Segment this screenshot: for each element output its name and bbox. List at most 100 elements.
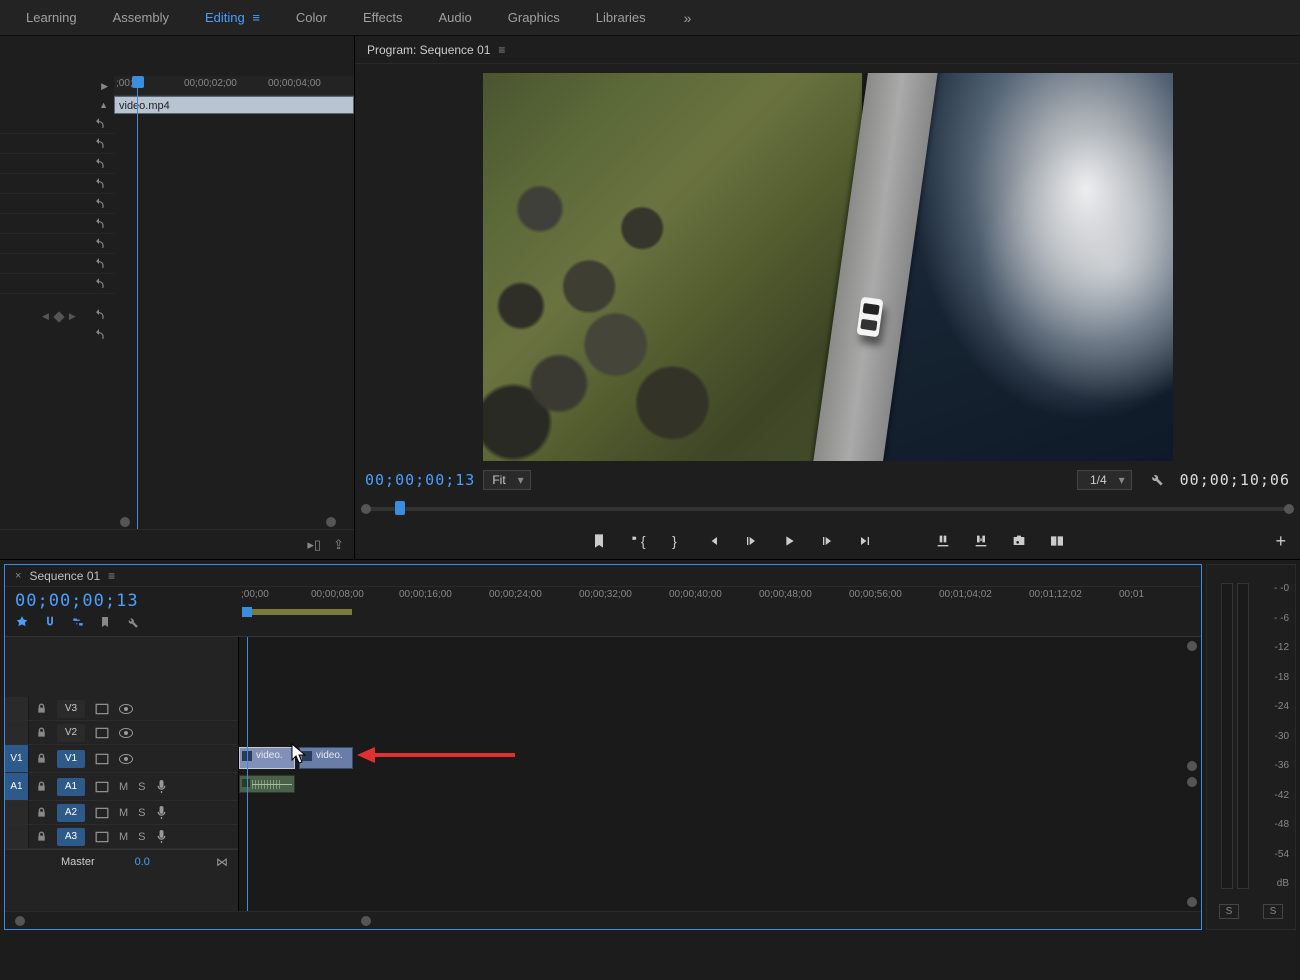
- step-back-button[interactable]: [742, 532, 760, 550]
- sync-lock-icon[interactable]: [95, 807, 109, 819]
- export-icon[interactable]: ⇪: [333, 537, 344, 553]
- history-item[interactable]: [0, 174, 114, 194]
- solo-right-button[interactable]: S: [1263, 904, 1284, 919]
- track-label[interactable]: A3: [57, 828, 85, 846]
- panel-menu-icon[interactable]: ≡: [498, 43, 505, 57]
- hamburger-icon[interactable]: ≡: [249, 10, 260, 25]
- play-button[interactable]: [780, 532, 798, 550]
- export-frame-button[interactable]: [1010, 532, 1028, 550]
- track-header-v2[interactable]: V2: [5, 721, 238, 745]
- comparison-button[interactable]: [1048, 532, 1066, 550]
- source-playhead[interactable]: [132, 76, 144, 88]
- mute-button[interactable]: M: [119, 807, 128, 819]
- lock-icon[interactable]: [36, 727, 47, 738]
- panel-menu-icon[interactable]: ≡: [108, 569, 115, 583]
- lift-button[interactable]: [934, 532, 952, 550]
- extract-button[interactable]: [972, 532, 990, 550]
- marker-button[interactable]: [590, 532, 608, 550]
- mute-button[interactable]: M: [119, 831, 128, 843]
- solo-button[interactable]: S: [138, 781, 145, 793]
- go-to-out-button[interactable]: [856, 532, 874, 550]
- out-point-button[interactable]: }: [666, 532, 684, 550]
- next-marker-icon[interactable]: ▶: [69, 311, 76, 322]
- settings-icon[interactable]: [125, 615, 139, 632]
- linked-selection-icon[interactable]: [71, 615, 85, 632]
- go-to-in-button[interactable]: [704, 532, 722, 550]
- join-icon[interactable]: ⋈: [216, 855, 228, 869]
- sync-lock-icon[interactable]: [95, 727, 109, 739]
- timeline-tracks[interactable]: video. video.: [239, 637, 1201, 911]
- work-area-bar[interactable]: [242, 609, 352, 615]
- in-point-button[interactable]: {: [628, 532, 646, 550]
- track-label[interactable]: V1: [57, 750, 85, 768]
- solo-button[interactable]: S: [138, 831, 145, 843]
- sync-lock-icon[interactable]: [95, 781, 109, 793]
- lock-icon[interactable]: [36, 703, 47, 714]
- timeline-playhead[interactable]: [242, 607, 252, 617]
- master-track[interactable]: Master 0.0 ⋈: [5, 849, 238, 873]
- program-timecode[interactable]: 00;00;00;13: [365, 471, 475, 489]
- eye-icon[interactable]: [119, 704, 133, 714]
- mic-icon[interactable]: [156, 806, 167, 819]
- snap-icon[interactable]: [43, 615, 57, 632]
- track-label[interactable]: V2: [57, 724, 85, 742]
- nest-icon[interactable]: [15, 615, 29, 632]
- step-forward-button[interactable]: [818, 532, 836, 550]
- workspace-graphics[interactable]: Graphics: [490, 0, 578, 35]
- mic-icon[interactable]: [156, 780, 167, 793]
- zoom-handle-left[interactable]: [15, 916, 25, 926]
- source-ruler[interactable]: ;00;00 00;00;02;00 00;00;04;00: [114, 76, 354, 96]
- solo-button[interactable]: S: [138, 807, 145, 819]
- track-header-a2[interactable]: A2 M S: [5, 801, 238, 825]
- source-patch-v1[interactable]: V1: [5, 745, 29, 772]
- wrench-icon[interactable]: [1148, 471, 1164, 490]
- history-item[interactable]: [0, 214, 114, 234]
- history-item[interactable]: [0, 274, 114, 294]
- scrub-playhead[interactable]: [395, 501, 405, 515]
- program-video[interactable]: [483, 73, 1173, 461]
- history-item[interactable]: [0, 114, 114, 134]
- scroll-handle[interactable]: [1187, 777, 1197, 787]
- play-icon[interactable]: ▶: [101, 81, 108, 92]
- scroll-handle[interactable]: [1187, 641, 1197, 651]
- scroll-handle[interactable]: [1187, 761, 1197, 771]
- scrub-start-handle[interactable]: [361, 504, 371, 514]
- lock-icon[interactable]: [36, 831, 47, 842]
- marker-tool-icon[interactable]: [99, 616, 111, 631]
- workspace-learning[interactable]: Learning: [8, 0, 95, 35]
- program-scrubber[interactable]: [367, 499, 1288, 523]
- timeline-ruler[interactable]: ;00;00 00;00;08;00 00;00;16;00 00;00;24;…: [239, 587, 1201, 609]
- marker-icon[interactable]: [53, 311, 64, 322]
- mute-button[interactable]: M: [119, 781, 128, 793]
- history-item[interactable]: [0, 134, 114, 154]
- workspace-effects[interactable]: Effects: [345, 0, 421, 35]
- collapse-icon[interactable]: ▲: [99, 100, 108, 110]
- timeline-zoom-scroll[interactable]: [5, 911, 1201, 929]
- add-button[interactable]: +: [1275, 531, 1286, 552]
- workspace-libraries[interactable]: Libraries: [578, 0, 664, 35]
- track-header-a3[interactable]: A3 M S: [5, 825, 238, 849]
- workspace-editing[interactable]: Editing ≡: [187, 0, 278, 35]
- scroll-handle[interactable]: [120, 517, 130, 527]
- prev-marker-icon[interactable]: ◀: [42, 311, 49, 322]
- workspace-assembly[interactable]: Assembly: [95, 0, 187, 35]
- track-header-v1[interactable]: V1 V1: [5, 745, 238, 773]
- scroll-handle[interactable]: [1187, 897, 1197, 907]
- master-value[interactable]: 0.0: [135, 856, 150, 868]
- track-label[interactable]: A2: [57, 804, 85, 822]
- workspace-audio[interactable]: Audio: [421, 0, 490, 35]
- timeline-timecode[interactable]: 00;00;00;13: [15, 591, 229, 611]
- scrub-end-handle[interactable]: [1284, 504, 1294, 514]
- workspace-color[interactable]: Color: [278, 0, 345, 35]
- eye-icon[interactable]: [119, 754, 133, 764]
- history-item[interactable]: [0, 325, 114, 345]
- zoom-handle-right[interactable]: [361, 916, 371, 926]
- solo-left-button[interactable]: S: [1219, 904, 1240, 919]
- video-clip[interactable]: video.: [299, 747, 353, 769]
- history-item[interactable]: [0, 234, 114, 254]
- sync-lock-icon[interactable]: [95, 753, 109, 765]
- history-item[interactable]: [0, 154, 114, 174]
- mic-icon[interactable]: [156, 830, 167, 843]
- undo-icon[interactable]: [92, 308, 106, 322]
- sync-lock-icon[interactable]: [95, 831, 109, 843]
